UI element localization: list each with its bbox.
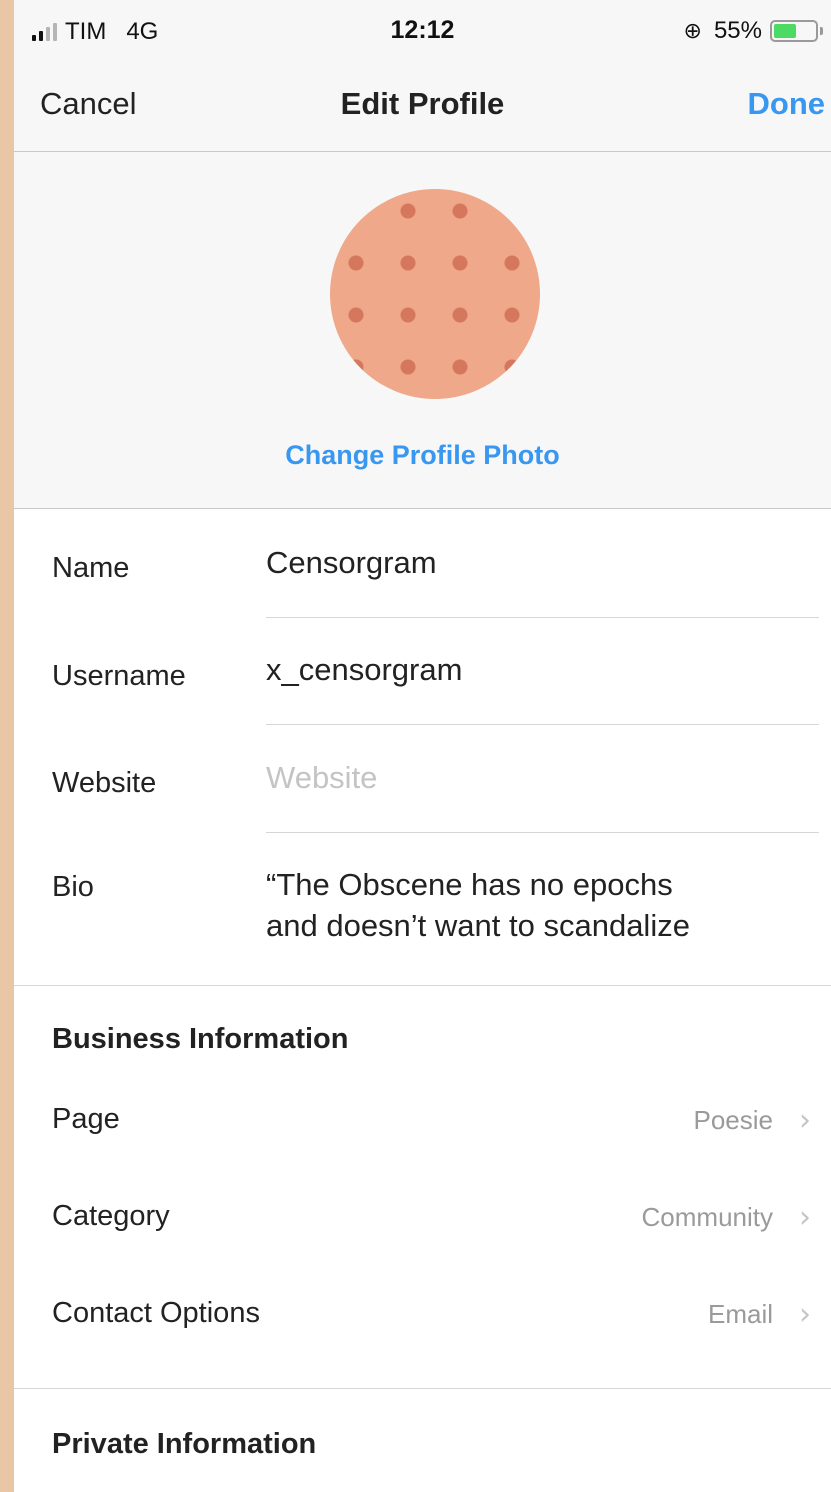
- battery-fill: [774, 24, 796, 38]
- chevron-right-icon: ›: [799, 1297, 811, 1332]
- private-information-header: Private Information: [52, 1428, 317, 1460]
- battery-icon: [770, 20, 818, 42]
- name-row: Name: [14, 510, 831, 617]
- chevron-right-icon: ›: [799, 1103, 811, 1138]
- status-bar: TIM 4G 12:12 ⊕ 55%: [14, 0, 831, 60]
- edit-profile-screen: TIM 4G 12:12 ⊕ 55% Cancel Edit Profile D…: [14, 0, 831, 1492]
- bio-line-1: “The Obscene has no epochs: [266, 867, 673, 902]
- business-information-header: Business Information: [52, 1023, 349, 1055]
- done-button[interactable]: Done: [748, 86, 826, 122]
- page-value: Poesie: [693, 1105, 774, 1135]
- contact-options-value: Email: [707, 1299, 773, 1329]
- bio-line-2: and doesn’t want to scandalize: [266, 908, 690, 943]
- category-label: Category: [52, 1200, 170, 1232]
- bio-row: Bio “The Obscene has no epochs and doesn…: [14, 833, 831, 985]
- section-divider: [14, 1388, 831, 1389]
- username-label: Username: [52, 660, 186, 692]
- website-field[interactable]: [266, 756, 806, 800]
- status-right: ⊕ 55%: [684, 17, 823, 45]
- bio-field[interactable]: “The Obscene has no epochs and doesn’t w…: [266, 864, 690, 946]
- section-divider: [14, 985, 831, 986]
- page-title: Edit Profile: [340, 86, 505, 121]
- battery-nub: [820, 27, 823, 35]
- bio-label: Bio: [52, 871, 94, 903]
- business-item-contact-options[interactable]: Contact Options Email ›: [14, 1277, 831, 1357]
- avatar[interactable]: [330, 189, 540, 399]
- name-label: Name: [52, 552, 130, 584]
- profile-photo-section: Change Profile Photo: [14, 152, 831, 509]
- business-item-category[interactable]: Category Community ›: [14, 1180, 831, 1260]
- chevron-right-icon: ›: [799, 1200, 811, 1235]
- username-field[interactable]: [266, 648, 806, 692]
- name-field[interactable]: [266, 541, 806, 585]
- username-row: Username: [14, 618, 831, 724]
- contact-options-label: Contact Options: [52, 1297, 260, 1329]
- website-row: Website: [14, 725, 831, 832]
- alarm-lock-icon: ⊕: [683, 18, 702, 43]
- battery-percent: 55%: [713, 17, 762, 44]
- change-profile-photo-button[interactable]: Change Profile Photo: [14, 440, 831, 471]
- category-value: Community: [641, 1202, 773, 1232]
- navigation-bar: Cancel Edit Profile Done: [14, 60, 831, 152]
- website-label: Website: [52, 767, 157, 799]
- page-label: Page: [52, 1103, 120, 1135]
- business-item-page[interactable]: Page Poesie ›: [14, 1083, 831, 1163]
